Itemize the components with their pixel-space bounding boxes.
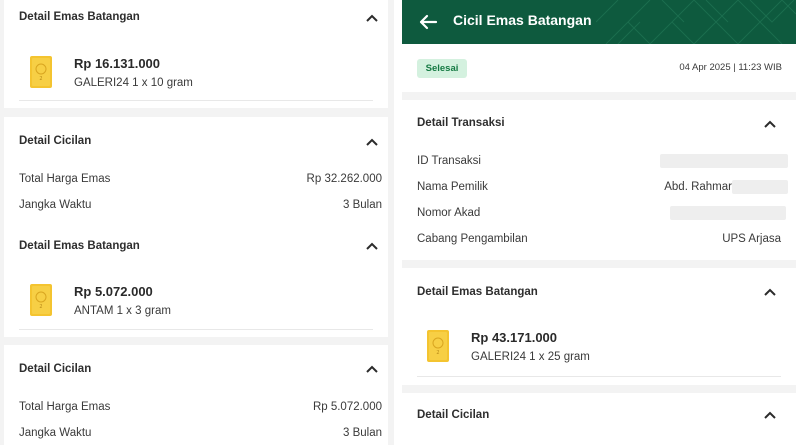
svg-text:2: 2 bbox=[39, 76, 42, 82]
price-text: Rp 5.072.000 bbox=[74, 284, 153, 299]
section-title: Detail Transaksi bbox=[417, 117, 505, 129]
gold-bar-icon: 2 bbox=[30, 56, 52, 88]
row-value: 3 Bulan bbox=[342, 199, 382, 211]
right-screen: Cicil Emas Batangan Selesai 04 Apr 2025 … bbox=[402, 0, 796, 445]
page-title: Cicil Emas Batangan bbox=[453, 12, 592, 28]
detail-cicilan-card-1: Detail Cicilan Total Harga Emas Rp 32.26… bbox=[4, 117, 388, 226]
chevron-up-icon[interactable] bbox=[365, 137, 379, 147]
status-card: Selesai 04 Apr 2025 | 11:23 WIB bbox=[402, 44, 796, 92]
svg-text:2: 2 bbox=[39, 304, 42, 310]
left-screen: Detail Emas Batangan 2 Rp 16.131.000 GAL… bbox=[0, 0, 394, 445]
detail-cicilan-card: Detail Cicilan bbox=[402, 393, 796, 445]
row-value: 3 Bulan bbox=[342, 427, 382, 439]
row-label: Nomor Akad bbox=[417, 207, 481, 219]
chevron-up-icon[interactable] bbox=[365, 13, 379, 23]
gold-bar-icon: 2 bbox=[427, 330, 449, 362]
section-title: Detail Cicilan bbox=[19, 363, 92, 375]
row-label: Jangka Waktu bbox=[19, 199, 92, 211]
back-button[interactable] bbox=[416, 10, 440, 34]
divider-line bbox=[19, 100, 373, 101]
row-value: UPS Arjasa bbox=[722, 233, 781, 245]
row-label: Nama Pemilik bbox=[417, 181, 488, 193]
detail-transaksi-card: Detail Transaksi ID Transaksi Nama Pemil… bbox=[402, 100, 796, 260]
item-description: GALERI24 1 x 10 gram bbox=[74, 77, 193, 89]
row-value: Rp 5.072.000 bbox=[312, 401, 382, 413]
section-title: Detail Emas Batangan bbox=[19, 11, 140, 23]
redacted-value bbox=[670, 206, 786, 220]
section-title: Detail Emas Batangan bbox=[19, 240, 140, 252]
detail-emas-card: Detail Emas Batangan 2 Rp 43.171.000 GAL… bbox=[402, 268, 796, 385]
divider-line bbox=[417, 376, 781, 377]
redacted-value bbox=[732, 180, 788, 194]
row-label: Cabang Pengambilan bbox=[417, 233, 528, 245]
price-text: Rp 43.171.000 bbox=[471, 330, 558, 345]
row-value: Rp 32.262.000 bbox=[306, 173, 382, 185]
detail-emas-card-1: Detail Emas Batangan 2 Rp 16.131.000 GAL… bbox=[4, 0, 388, 108]
right-edge bbox=[796, 0, 800, 445]
item-description: ANTAM 1 x 3 gram bbox=[74, 305, 171, 317]
row-label: ID Transaksi bbox=[417, 155, 481, 167]
detail-emas-card-2: Detail Emas Batangan 2 Rp 5.072.000 ANTA… bbox=[4, 226, 388, 337]
svg-text:2: 2 bbox=[436, 350, 439, 356]
detail-cicilan-card-2: Detail Cicilan Total Harga Emas Rp 5.072… bbox=[4, 345, 388, 445]
chevron-up-icon[interactable] bbox=[763, 287, 777, 297]
row-label: Jangka Waktu bbox=[19, 427, 92, 439]
status-badge: Selesai bbox=[417, 59, 467, 78]
transaction-datetime: 04 Apr 2025 | 11:23 WIB bbox=[679, 62, 782, 73]
chevron-up-icon[interactable] bbox=[365, 241, 379, 251]
gold-bar-icon: 2 bbox=[30, 284, 52, 316]
header-pattern bbox=[596, 0, 796, 44]
row-label: Total Harga Emas bbox=[19, 173, 111, 185]
row-label: Total Harga Emas bbox=[19, 401, 111, 413]
redacted-value bbox=[660, 154, 788, 168]
section-title: Detail Emas Batangan bbox=[417, 286, 538, 298]
chevron-up-icon[interactable] bbox=[365, 364, 379, 374]
row-value: Abd. Rahmar bbox=[664, 181, 732, 193]
chevron-up-icon[interactable] bbox=[763, 410, 777, 420]
divider-line bbox=[19, 329, 373, 330]
section-title: Detail Cicilan bbox=[19, 135, 92, 147]
chevron-up-icon[interactable] bbox=[763, 119, 777, 129]
section-title: Detail Cicilan bbox=[417, 409, 490, 421]
price-text: Rp 16.131.000 bbox=[74, 56, 161, 71]
app-header: Cicil Emas Batangan bbox=[402, 0, 796, 44]
item-description: GALERI24 1 x 25 gram bbox=[471, 351, 590, 363]
arrow-left-icon bbox=[419, 14, 438, 30]
panel-divider bbox=[394, 0, 402, 445]
